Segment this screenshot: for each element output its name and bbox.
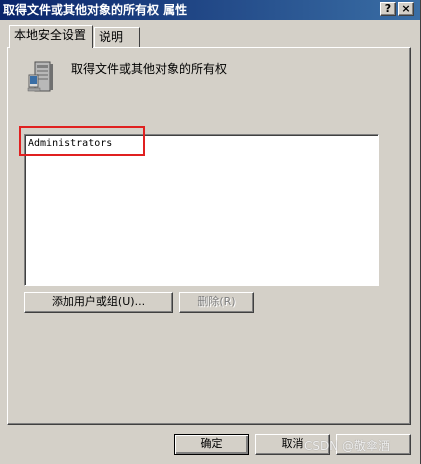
title-bar[interactable]: 取得文件或其他对象的所有权 属性 ? ×: [0, 0, 420, 20]
add-user-or-group-button[interactable]: 添加用户或组(U)...: [24, 292, 173, 313]
tab-label: 说明: [99, 30, 124, 44]
policy-title: 取得文件或其他对象的所有权: [71, 62, 228, 76]
help-button[interactable]: ?: [380, 2, 396, 16]
ok-button[interactable]: 确定: [174, 434, 249, 455]
tab-local-security-setting[interactable]: 本地安全设置: [9, 25, 93, 48]
accounts-listbox[interactable]: Administrators: [24, 134, 379, 286]
close-button[interactable]: ×: [398, 2, 414, 16]
watermark: CSDN @敬傘酒: [304, 439, 391, 453]
properties-dialog: 取得文件或其他对象的所有权 属性 ? × 本地安全设置 说明 取得文件或其他对象…: [0, 0, 421, 464]
tab-panel: 取得文件或其他对象的所有权 Administrators 添加用户或组(U)..…: [7, 47, 411, 425]
window-title: 取得文件或其他对象的所有权 属性: [3, 3, 188, 17]
server-computer-icon: [26, 60, 58, 94]
remove-button[interactable]: 删除(R): [179, 292, 254, 313]
tab-explain[interactable]: 说明: [94, 27, 140, 47]
annotation-highlight-box: [19, 126, 145, 156]
tab-label: 本地安全设置: [14, 28, 87, 42]
